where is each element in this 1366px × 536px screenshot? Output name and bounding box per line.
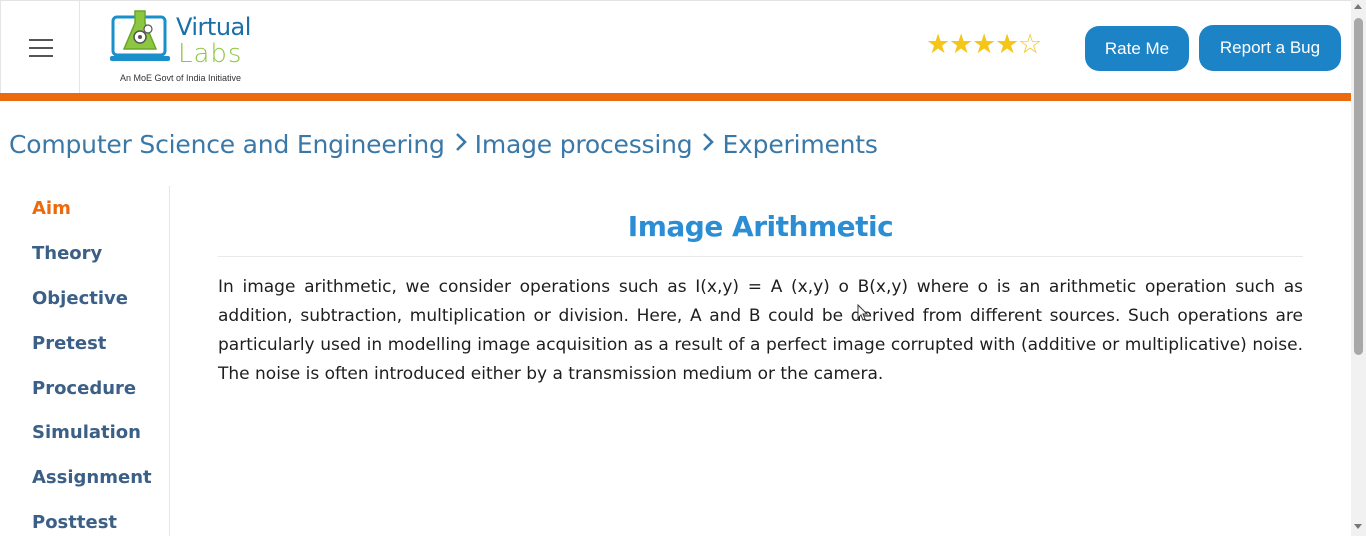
scroll-up-arrow-icon[interactable] [1354,4,1362,9]
rating-stars[interactable]: ★ ★ ★ ★ ☆ [926,29,1042,61]
breadcrumb-link-experiments[interactable]: Experiments [722,130,877,159]
vertical-scrollbar[interactable] [1351,0,1366,536]
scroll-down-arrow-icon[interactable] [1354,524,1362,529]
page: Virtual Labs An MoE Govt of India Initia… [0,0,1351,536]
chevron-right-icon [455,130,467,158]
logo-word-labs: Labs [178,39,243,69]
star-filled-icon[interactable]: ★ [926,29,950,61]
sidebar-item-posttest[interactable]: Posttest [32,512,117,533]
star-outline-icon[interactable]: ☆ [1018,29,1042,61]
rate-me-button[interactable]: Rate Me [1085,26,1189,71]
header-accent-bar [0,93,1351,101]
sidebar-item-aim[interactable]: Aim [32,198,71,219]
hamburger-icon [29,39,53,57]
sidebar-item-simulation[interactable]: Simulation [32,422,141,443]
star-filled-icon[interactable]: ★ [949,29,973,61]
sidebar-item-theory[interactable]: Theory [32,243,102,264]
site-header: Virtual Labs An MoE Govt of India Initia… [0,0,1351,94]
page-title: Image Arithmetic [627,210,894,243]
experiment-sidebar: Aim Theory Objective Pretest Procedure S… [0,186,170,536]
chevron-right-icon [702,130,715,158]
logo-tagline: An MoE Govt of India Initiative [120,73,242,83]
sidebar-item-procedure[interactable]: Procedure [32,378,136,399]
star-filled-icon[interactable]: ★ [995,29,1019,61]
breadcrumb-link-lab[interactable]: Image processing [475,130,693,159]
sidebar-item-assignment[interactable]: Assignment [32,467,152,488]
virtual-labs-logo[interactable]: Virtual Labs An MoE Govt of India Initia… [108,9,258,87]
breadcrumb-link-discipline[interactable]: Computer Science and Engineering [9,130,445,159]
mouse-cursor-icon [857,304,869,321]
sidebar-item-objective[interactable]: Objective [32,288,128,309]
flask-logo-icon [110,10,170,61]
scrollbar-thumb[interactable] [1354,18,1363,355]
star-filled-icon[interactable]: ★ [972,29,996,61]
menu-button[interactable] [0,1,80,94]
title-divider [218,256,1303,257]
report-bug-button[interactable]: Report a Bug [1199,25,1341,71]
logo-word-virtual: Virtual [176,13,251,41]
sidebar-item-pretest[interactable]: Pretest [32,333,106,354]
aim-paragraph: In image arithmetic, we consider operati… [218,277,1303,384]
breadcrumb: Computer Science and Engineering Image p… [9,126,878,162]
